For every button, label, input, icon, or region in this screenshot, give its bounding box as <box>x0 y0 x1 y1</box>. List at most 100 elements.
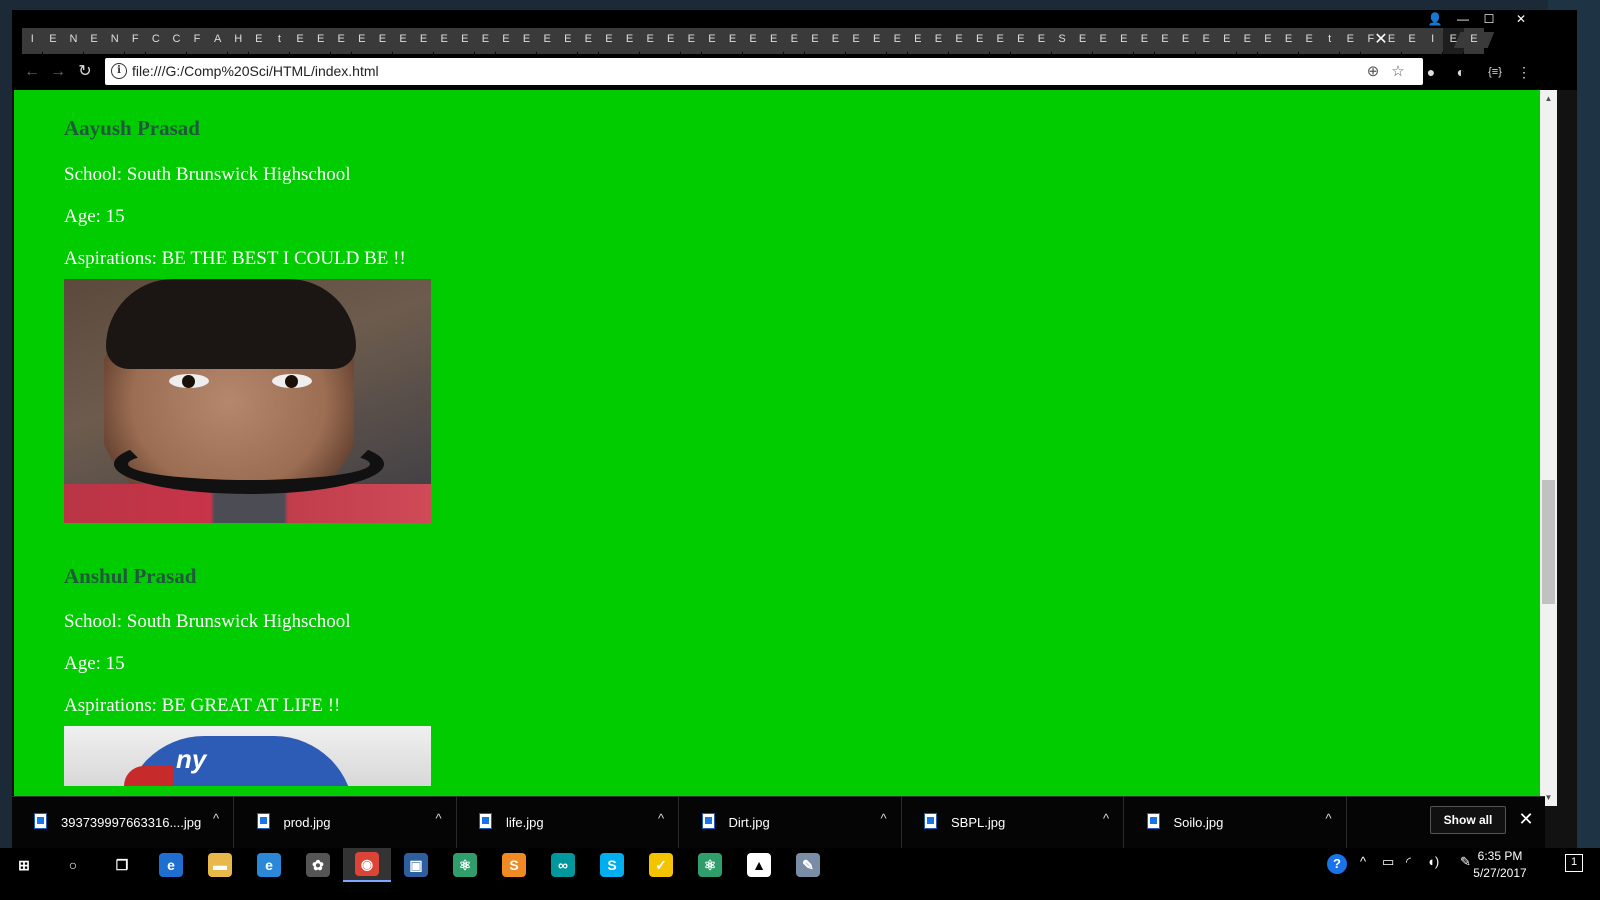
browser-tab[interactable]: E <box>681 24 702 54</box>
browser-tab[interactable]: N <box>63 24 84 54</box>
vertical-scrollbar[interactable]: ▲ ▼ <box>1540 90 1557 806</box>
browser-tab[interactable]: E <box>578 24 599 54</box>
browser-tab[interactable]: E <box>969 24 990 54</box>
browser-tab[interactable]: E <box>290 24 311 54</box>
browser-tab[interactable]: E <box>1113 24 1134 54</box>
internet-explorer-icon[interactable]: e <box>245 848 293 882</box>
notifications-icon[interactable]: 1 <box>1565 854 1583 872</box>
extension-circle-icon[interactable]: ● <box>1422 63 1440 81</box>
browser-tab[interactable]: E <box>1278 24 1299 54</box>
atom-icon-2[interactable]: ⚛ <box>686 848 734 882</box>
paint-3d-icon[interactable]: ✿ <box>294 848 342 882</box>
zoom-icon[interactable]: ⊕ <box>1363 62 1383 82</box>
chrome-icon[interactable]: ◉ <box>343 848 391 882</box>
browser-tab[interactable]: E <box>1340 24 1361 54</box>
download-item[interactable]: 393739997663316....jpg ^ <box>12 797 234 849</box>
browser-tab[interactable]: E <box>784 24 805 54</box>
taskbar-clock[interactable]: 6:35 PM 5/27/2017 <box>1460 848 1540 882</box>
browser-tab[interactable]: E <box>1402 24 1423 54</box>
chevron-up-icon[interactable]: ^ <box>876 811 892 827</box>
scroll-thumb[interactable] <box>1542 480 1555 604</box>
browser-tab[interactable]: S <box>1052 24 1073 54</box>
windows-start-icon[interactable]: ⊞ <box>0 848 48 882</box>
browser-tab[interactable]: A <box>207 24 228 54</box>
browser-tab[interactable]: E <box>454 24 475 54</box>
browser-tab[interactable]: E <box>846 24 867 54</box>
browser-tab[interactable]: E <box>43 24 64 54</box>
browser-tab[interactable]: E <box>743 24 764 54</box>
browser-tab[interactable]: t <box>269 24 290 54</box>
browser-tab[interactable]: E <box>825 24 846 54</box>
browser-tab[interactable]: E <box>866 24 887 54</box>
browser-tab[interactable]: E <box>763 24 784 54</box>
profile-icon[interactable]: 👤 <box>1422 10 1448 28</box>
extension-json-icon[interactable]: {≡} <box>1482 63 1508 81</box>
browser-tab[interactable]: E <box>1011 24 1032 54</box>
browser-tab[interactable]: C <box>166 24 187 54</box>
browser-tab[interactable]: E <box>516 24 537 54</box>
minimize-button[interactable]: — <box>1450 10 1476 28</box>
paint-icon[interactable]: ✎ <box>784 848 832 882</box>
download-item[interactable]: Soilo.jpg ^ <box>1125 797 1347 849</box>
browser-tab[interactable]: E <box>1299 24 1320 54</box>
browser-tab[interactable]: E <box>702 24 723 54</box>
chevron-up-icon[interactable]: ^ <box>431 811 447 827</box>
browser-tab[interactable]: E <box>949 24 970 54</box>
browser-tab[interactable]: E <box>1237 24 1258 54</box>
browser-tab[interactable]: E <box>1258 24 1279 54</box>
browser-tab[interactable]: E <box>331 24 352 54</box>
bookmark-star-icon[interactable]: ☆ <box>1388 62 1408 82</box>
downloads-close-icon[interactable]: ✕ <box>1516 809 1536 833</box>
chevron-up-icon[interactable]: ^ <box>208 811 224 827</box>
battery-icon[interactable]: ▭ <box>1382 854 1394 870</box>
browser-tab[interactable]: E <box>413 24 434 54</box>
browser-tab[interactable]: E <box>908 24 929 54</box>
browser-tab[interactable]: t <box>1319 24 1340 54</box>
back-button[interactable]: ← <box>22 62 42 82</box>
extension-ghostery-icon[interactable]: ◐ <box>1452 63 1470 81</box>
show-all-button[interactable]: Show all <box>1430 806 1506 834</box>
browser-tab[interactable]: E <box>1072 24 1093 54</box>
task-view-icon[interactable]: ❐ <box>98 848 146 882</box>
browser-tab[interactable]: E <box>1196 24 1217 54</box>
browser-tab[interactable]: E <box>1031 24 1052 54</box>
browser-tab[interactable]: E <box>537 24 558 54</box>
edge-icon[interactable]: e <box>147 848 195 882</box>
browser-tab[interactable]: E <box>434 24 455 54</box>
browser-tab[interactable]: E <box>310 24 331 54</box>
browser-tab[interactable]: E <box>1134 24 1155 54</box>
browser-tab[interactable]: E <box>372 24 393 54</box>
browser-tab[interactable]: N <box>104 24 125 54</box>
browser-tab[interactable]: E <box>722 24 743 54</box>
browser-tab[interactable]: E <box>599 24 620 54</box>
browser-tab[interactable]: E <box>352 24 373 54</box>
browser-tab[interactable]: E <box>475 24 496 54</box>
file-explorer-icon[interactable]: ▬ <box>196 848 244 882</box>
download-item[interactable]: prod.jpg ^ <box>235 797 457 849</box>
atom-icon[interactable]: ⚛ <box>441 848 489 882</box>
download-item[interactable]: life.jpg ^ <box>457 797 679 849</box>
browser-tab[interactable]: E <box>640 24 661 54</box>
browser-tab[interactable]: F <box>125 24 146 54</box>
browser-tab[interactable]: E <box>496 24 517 54</box>
download-item[interactable]: SBPL.jpg ^ <box>902 797 1124 849</box>
maximize-button[interactable]: ☐ <box>1476 10 1502 28</box>
sublime-text-icon[interactable]: S <box>490 848 538 882</box>
browser-tab[interactable]: E <box>1175 24 1196 54</box>
browser-tab[interactable]: I <box>1422 24 1443 54</box>
tray-expand-icon[interactable]: ^ <box>1360 854 1366 869</box>
browser-tab[interactable]: I <box>22 24 43 54</box>
browser-tab[interactable]: E <box>619 24 640 54</box>
browser-tab[interactable]: E <box>805 24 826 54</box>
browser-tab[interactable]: E <box>1155 24 1176 54</box>
browser-tab[interactable]: E <box>990 24 1011 54</box>
browser-tab[interactable]: F <box>187 24 208 54</box>
scroll-up-arrow-icon[interactable]: ▲ <box>1540 90 1557 107</box>
browser-tab[interactable]: E <box>249 24 270 54</box>
browser-tab[interactable]: E <box>1216 24 1237 54</box>
virtualbox-icon[interactable]: ▣ <box>392 848 440 882</box>
address-bar[interactable]: i file:///G:/Comp%20Sci/HTML/index.html … <box>105 58 1423 85</box>
chevron-up-icon[interactable]: ^ <box>1321 811 1337 827</box>
browser-tab[interactable]: E <box>887 24 908 54</box>
chevron-up-icon[interactable]: ^ <box>1098 811 1114 827</box>
